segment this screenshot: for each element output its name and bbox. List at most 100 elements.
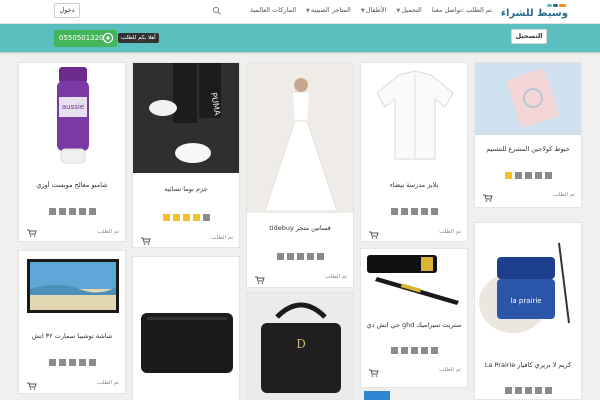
star-icon[interactable] xyxy=(410,347,418,354)
product-card[interactable] xyxy=(132,256,240,400)
product-title[interactable]: جزم بوما نسائيه xyxy=(137,185,235,193)
star-icon[interactable] xyxy=(410,208,418,215)
star-icon[interactable] xyxy=(172,214,180,221)
product-title[interactable]: كريم لا بريري كافيار La Prairie xyxy=(479,361,577,369)
site-logo[interactable]: وسيط للشراء xyxy=(501,3,570,23)
svg-text:D: D xyxy=(296,337,306,351)
star-icon[interactable] xyxy=(48,359,56,366)
product-image-handbag: D xyxy=(247,293,353,400)
star-icon[interactable] xyxy=(58,359,66,366)
order-label: تم الطلب xyxy=(553,192,575,198)
product-image-white-shirt xyxy=(361,63,467,171)
product-title[interactable]: فساتين متجر tidebuy xyxy=(251,224,349,232)
rating-stars[interactable] xyxy=(133,214,239,221)
star-icon[interactable] xyxy=(78,359,86,366)
star-icon[interactable] xyxy=(390,208,398,215)
product-card[interactable]: PUMA جزم بوما نسائيه تم الطلب xyxy=(132,62,240,248)
product-title[interactable]: شاشة توشيبا سمارت ٣٢ انش xyxy=(23,332,121,340)
product-title[interactable]: خيوط كولاجين المشرع للتشنيم xyxy=(479,145,577,153)
star-icon[interactable] xyxy=(534,172,542,179)
whatsapp-button[interactable]: 0550501320 xyxy=(54,30,117,47)
product-card[interactable]: la prairie كريم لا بريري كافيار La Prair… xyxy=(474,222,582,400)
product-image-cream-jar: la prairie xyxy=(475,223,581,343)
product-card[interactable]: فساتين متجر tidebuy تم الطلب xyxy=(246,62,354,288)
star-icon[interactable] xyxy=(524,172,532,179)
star-icon[interactable] xyxy=(544,387,552,394)
rating-stars[interactable] xyxy=(247,253,353,260)
product-card[interactable]: ستريت سيراميك ghd جي اتش دي تم الطلب xyxy=(360,248,468,388)
cart-icon[interactable] xyxy=(27,382,37,390)
cart-icon[interactable] xyxy=(255,276,265,284)
product-title[interactable]: شامبو معالج مويست أوزي xyxy=(23,181,121,189)
product-image-hair-straightener xyxy=(361,249,467,313)
login-button[interactable]: دخول xyxy=(54,3,80,18)
product-title[interactable]: ستريت سيراميك ghd جي اتش دي xyxy=(365,321,463,329)
rating-stars[interactable] xyxy=(19,359,125,366)
rating-stars[interactable] xyxy=(19,208,125,215)
star-icon[interactable] xyxy=(276,253,284,260)
svg-text:aussie: aussie xyxy=(62,103,84,111)
cart-icon[interactable] xyxy=(483,194,493,202)
star-icon[interactable] xyxy=(192,214,200,221)
star-icon[interactable] xyxy=(48,208,56,215)
star-icon[interactable] xyxy=(420,208,428,215)
product-image-shampoo: aussie xyxy=(19,63,125,171)
product-title[interactable]: بلايز مدرسة بيضاء xyxy=(365,181,463,189)
rating-stars[interactable] xyxy=(475,387,581,394)
nav-item-beauty[interactable]: التجميل▼ xyxy=(396,6,421,14)
star-icon[interactable] xyxy=(400,208,408,215)
star-icon[interactable] xyxy=(400,347,408,354)
nav-item-brands[interactable]: الماركات العالمية xyxy=(250,6,296,14)
star-icon[interactable] xyxy=(534,387,542,394)
star-icon[interactable] xyxy=(182,214,190,221)
star-icon[interactable] xyxy=(514,387,522,394)
whatsapp-label: أهلا بكم للطلب xyxy=(118,33,159,43)
star-icon[interactable] xyxy=(390,347,398,354)
star-icon[interactable] xyxy=(504,172,512,179)
product-card[interactable]: D xyxy=(246,292,354,400)
top-bar: وسيط للشراء الماركات العالمية المتاجر ال… xyxy=(0,0,600,24)
product-card[interactable]: بلايز مدرسة بيضاء تم الطلب xyxy=(360,62,468,242)
star-icon[interactable] xyxy=(430,347,438,354)
star-icon[interactable] xyxy=(68,359,76,366)
product-card[interactable]: خيوط كولاجين المشرع للتشنيم تم الطلب xyxy=(474,62,582,208)
star-icon[interactable] xyxy=(88,208,96,215)
star-icon[interactable] xyxy=(58,208,66,215)
star-icon[interactable] xyxy=(306,253,314,260)
product-card[interactable]: شاشة توشيبا سمارت ٣٢ انش تم الطلب xyxy=(18,250,126,394)
svg-text:la prairie: la prairie xyxy=(510,297,541,305)
register-button[interactable]: التسجيل xyxy=(511,29,547,44)
star-icon[interactable] xyxy=(68,208,76,215)
star-icon[interactable] xyxy=(524,387,532,394)
rating-stars[interactable] xyxy=(361,347,467,354)
star-icon[interactable] xyxy=(316,253,324,260)
chevron-down-icon: ▼ xyxy=(360,8,365,14)
star-icon[interactable] xyxy=(514,172,522,179)
rating-stars[interactable] xyxy=(475,172,581,179)
star-icon[interactable] xyxy=(430,208,438,215)
star-icon[interactable] xyxy=(420,347,428,354)
star-icon[interactable] xyxy=(544,172,552,179)
nav-item-contact[interactable]: تم الطلب :تواصل معنا xyxy=(432,6,492,14)
star-icon[interactable] xyxy=(88,359,96,366)
product-image-collagen-pack xyxy=(475,63,581,135)
nav-item-chinese-stores[interactable]: المتاجر الصينيه▼ xyxy=(306,6,351,14)
star-icon[interactable] xyxy=(78,208,86,215)
rating-stars[interactable] xyxy=(361,208,467,215)
star-icon[interactable] xyxy=(162,214,170,221)
star-icon[interactable] xyxy=(504,387,512,394)
product-card[interactable]: aussie شامبو معالج مويست أوزي تم الطلب xyxy=(18,62,126,242)
chevron-down-icon: ▼ xyxy=(396,8,401,14)
star-icon[interactable] xyxy=(286,253,294,260)
cart-icon[interactable] xyxy=(27,229,37,237)
star-icon[interactable] xyxy=(202,214,210,221)
whatsapp-icon xyxy=(102,32,114,44)
cart-icon[interactable] xyxy=(141,237,151,245)
search-icon[interactable] xyxy=(212,6,222,16)
star-icon[interactable] xyxy=(296,253,304,260)
cart-icon[interactable] xyxy=(369,369,379,377)
nav-item-kids[interactable]: الأطفال▼ xyxy=(361,6,387,14)
main-nav: الماركات العالمية المتاجر الصينيه▼ الأطف… xyxy=(250,6,492,14)
cart-icon[interactable] xyxy=(369,231,379,239)
order-label: تم الطلب xyxy=(211,235,233,241)
